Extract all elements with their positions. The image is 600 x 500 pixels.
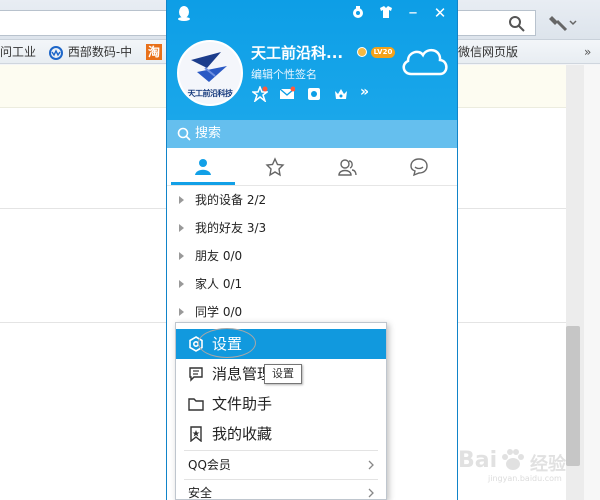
search-placeholder: 搜索 [195,126,222,141]
taobao-icon[interactable]: 淘 [146,44,162,60]
star-icon[interactable] [252,86,268,102]
menu-item-qq-vip[interactable]: QQ会员 [176,451,386,479]
star-icon [265,157,285,177]
contact-group[interactable]: 我的好友 3/3 [167,215,457,242]
west-digital-icon [49,45,63,60]
expand-arrow-icon [179,196,184,204]
expand-arrow-icon [179,224,184,232]
menu-item-security[interactable]: 安全 [176,479,386,500]
expand-arrow-icon [179,280,184,288]
qq-tabs [167,148,457,186]
signature[interactable]: 编辑个性签名 [251,66,317,82]
contact-group[interactable]: 家人 0/1 [167,271,457,298]
more-icon[interactable]: » [360,84,369,100]
bookmark-label: 微信网页版 [458,45,519,59]
bookmark-item[interactable]: 微信网页版 [458,44,518,60]
search-input[interactable]: 搜索 [167,120,457,148]
paw-icon [502,449,524,470]
nickname[interactable]: 天工前沿科... [251,42,343,63]
bookmark-item[interactable]: 西部数码-中 [48,44,132,60]
tab-messages[interactable] [383,148,455,186]
minimize-button[interactable]: – [405,4,421,22]
menu-label: QQ会员 [188,458,231,472]
mail-icon[interactable] [279,86,295,102]
tooltip: 设置 [264,364,302,384]
menu-label: 消息管理 [212,365,273,383]
watermark-url: jingyan.baidu.com [488,474,562,483]
contact-group[interactable]: 朋友 0/0 [167,243,457,270]
watermark-brand: Bai [458,448,498,473]
skin-icon[interactable] [350,5,366,21]
group-label: 家人 0/1 [195,277,243,291]
group-label: 我的好友 3/3 [195,221,267,235]
menu-label: 我的收藏 [212,425,273,443]
close-icon[interactable]: ✕ [432,5,448,21]
group-label: 我的设备 2/2 [195,193,267,207]
avatar[interactable]: 天工前沿科技 [177,40,243,106]
highlight-circle [198,328,256,358]
watermark-brand-cn: 经验 [530,454,566,475]
search-icon[interactable] [507,14,527,34]
active-tab-indicator [171,182,235,185]
baidu-watermark: Bai 经验 jingyan.baidu.com [458,442,588,483]
expand-arrow-icon [179,252,184,260]
wallet-icon[interactable] [306,86,322,102]
chevron-right-icon [368,488,374,498]
tab-favorites[interactable] [239,148,311,186]
tab-contacts[interactable] [167,148,239,186]
window-edge [584,65,600,500]
group-label: 朋友 0/0 [195,249,243,263]
bookmarks-overflow-icon[interactable]: » [584,44,591,60]
shirt-icon[interactable] [378,5,394,21]
level-badge[interactable]: LV20 [371,47,395,58]
bookmark-item[interactable]: 问工业 [0,44,36,60]
expand-arrow-icon [179,308,184,316]
menu-label: 安全 [188,486,213,500]
cloud-icon[interactable] [399,42,451,82]
menu-label: 文件助手 [212,395,273,413]
contact-group[interactable]: 我的设备 2/2 [167,187,457,214]
bookmark-label: 西部数码-中 [67,45,133,59]
search-icon [177,127,191,141]
wrench-icon[interactable] [546,12,578,34]
qq-header: – ✕ 天工前沿科技 天工前沿科... LV20 编辑个性签名 » [167,0,457,120]
group-label: 同学 0/0 [195,305,243,319]
crown-icon[interactable] [333,86,349,102]
chat-icon [410,158,428,177]
contacts-icon [195,159,211,175]
tab-groups[interactable] [311,148,383,186]
avatar-text: 天工前沿科技 [187,89,234,98]
menu-item-favorites[interactable]: 我的收藏 [176,419,386,449]
bookmark-icon [190,426,202,442]
chevron-right-icon [368,460,374,470]
folder-icon [188,398,204,411]
group-icon [338,159,357,176]
menu-item-file-assistant[interactable]: 文件助手 [176,389,386,419]
qq-penguin-icon [178,6,190,21]
message-icon [189,367,203,382]
vip-icon[interactable] [357,47,367,57]
